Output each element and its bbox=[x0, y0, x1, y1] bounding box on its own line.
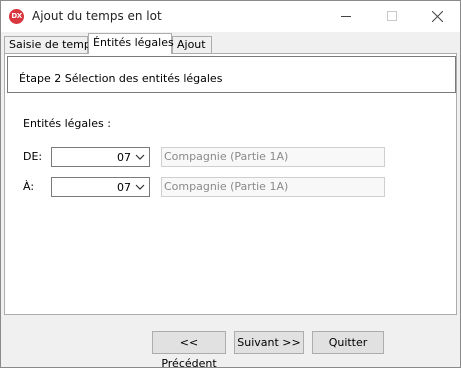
app-logo-icon: DX bbox=[9, 9, 24, 24]
button-bar bbox=[2, 317, 459, 367]
maximize-button[interactable] bbox=[369, 1, 415, 32]
window-title: Ajout du temps en lot bbox=[32, 9, 162, 23]
to-entity-description: Compagnie (Partie 1A) bbox=[161, 177, 385, 197]
to-entity-value: 07 bbox=[117, 181, 131, 194]
title-bar: DX Ajout du temps en lot bbox=[1, 1, 460, 32]
from-entity-value: 07 bbox=[117, 151, 131, 164]
step-title: Étape 2 Sélection des entités légales bbox=[19, 72, 223, 85]
from-entity-combo[interactable]: 07 bbox=[51, 147, 150, 167]
minimize-button[interactable] bbox=[323, 1, 369, 32]
quit-button[interactable]: Quitter bbox=[312, 331, 384, 354]
dialog-window: DX Ajout du temps en lot Saisie de temps… bbox=[0, 0, 461, 370]
close-button[interactable] bbox=[414, 1, 460, 32]
from-label: DE: bbox=[23, 150, 43, 163]
chevron-down-icon bbox=[135, 184, 145, 190]
tab-ajout[interactable]: Ajout bbox=[172, 36, 212, 53]
to-label: À: bbox=[23, 180, 35, 193]
tab-entites-legales[interactable]: Éntités légales bbox=[88, 33, 174, 54]
from-entity-description: Compagnie (Partie 1A) bbox=[161, 147, 385, 167]
to-entity-combo[interactable]: 07 bbox=[51, 177, 150, 197]
next-button[interactable]: Suivant >> bbox=[234, 331, 304, 354]
step-header: Étape 2 Sélection des entités légales bbox=[7, 56, 456, 93]
tab-saisie-de-temps[interactable]: Saisie de temps bbox=[4, 36, 97, 53]
close-icon bbox=[432, 11, 443, 22]
chevron-down-icon bbox=[135, 154, 145, 160]
section-label: Entités légales : bbox=[23, 117, 111, 130]
previous-button[interactable]: << Précédent bbox=[152, 331, 226, 370]
